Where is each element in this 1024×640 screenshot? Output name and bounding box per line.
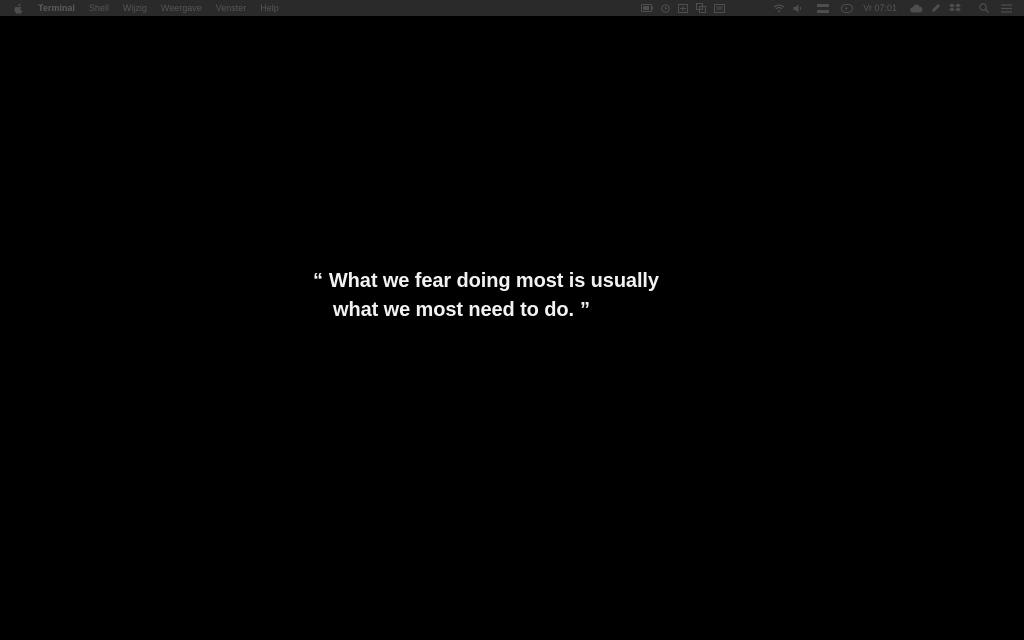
- quote-text: “What we fear doing most is usually what…: [313, 267, 659, 325]
- pen-icon[interactable]: [931, 3, 941, 13]
- quote-line-1-text: What we fear doing most is usually: [328, 270, 659, 292]
- copy-icon[interactable]: [696, 3, 707, 13]
- wifi-icon[interactable]: [773, 4, 785, 13]
- display-icon[interactable]: [714, 3, 726, 13]
- menu-bar-status: Vr 07:01: [633, 0, 1024, 16]
- quote-line-2-text: what we most need to do.: [333, 299, 574, 321]
- battery-icon[interactable]: [641, 4, 654, 12]
- clock-icon[interactable]: [661, 3, 671, 13]
- cloud-icon[interactable]: [909, 4, 923, 13]
- volume-icon[interactable]: [793, 4, 803, 13]
- search-icon[interactable]: [979, 3, 989, 13]
- menu-bar: Terminal Shell Wijzig Weergave Venster H…: [0, 0, 1024, 16]
- quote-close-mark: ”: [579, 299, 590, 321]
- time-machine-icon[interactable]: [841, 3, 854, 13]
- menu-item-venster[interactable]: Venster: [216, 0, 247, 16]
- menu-app-name[interactable]: Terminal: [38, 0, 75, 16]
- fullscreen-terminal[interactable]: [0, 16, 1024, 640]
- menu-bar-left: Terminal Shell Wijzig Weergave Venster H…: [0, 0, 293, 16]
- dropbox-icon[interactable]: [949, 3, 961, 13]
- menu-clock[interactable]: Vr 07:01: [863, 0, 897, 16]
- quote-line-1: “What we fear doing most is usually: [313, 267, 659, 296]
- list-icon[interactable]: [1001, 3, 1012, 13]
- app-icon[interactable]: [678, 3, 689, 13]
- menu-item-weergave[interactable]: Weergave: [161, 0, 202, 16]
- menu-item-wijzig[interactable]: Wijzig: [123, 0, 147, 16]
- apple-menu-icon[interactable]: [14, 3, 24, 14]
- quote-line-2: what we most need to do.”: [313, 296, 659, 325]
- menu-item-shell[interactable]: Shell: [89, 0, 109, 16]
- flag-icon[interactable]: [817, 3, 830, 13]
- menu-item-help[interactable]: Help: [260, 0, 279, 16]
- quote-open-mark: “: [313, 270, 323, 292]
